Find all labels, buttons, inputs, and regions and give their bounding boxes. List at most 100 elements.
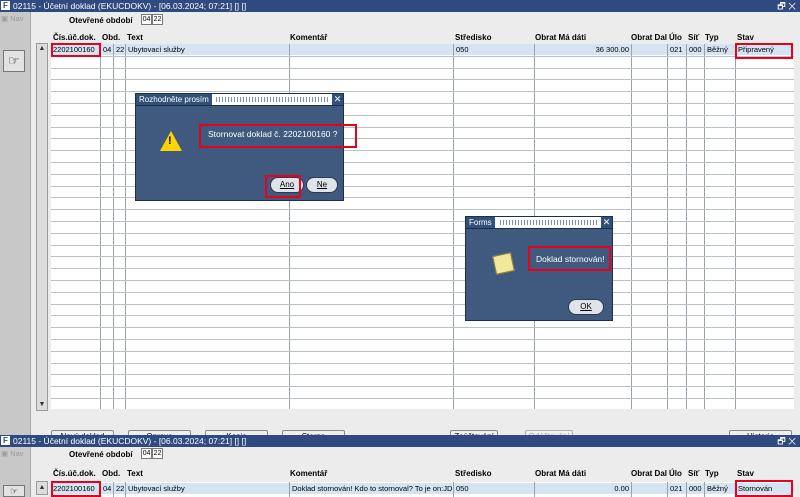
close-icon[interactable]: ✕ [601, 217, 612, 228]
warning-icon: ! [160, 131, 182, 151]
window-title: 02115 - Účetní doklad (EKUCDOKV) - [06.0… [13, 1, 247, 11]
grid-row-line [51, 244, 794, 246]
grid-row-line [51, 67, 794, 69]
grid-column-line [534, 482, 535, 497]
nav-label-2[interactable]: ▣ Nav [1, 449, 24, 458]
col-header-center: Středisko [455, 33, 492, 42]
highlight-status-2 [735, 480, 793, 497]
grid-row-line [51, 315, 794, 317]
grid-row-line [51, 374, 794, 376]
col-header-period: Obd. [102, 33, 121, 42]
ok-button[interactable]: OK [568, 299, 604, 315]
col-header-credit: Obrat Dal [631, 33, 668, 42]
grid-column-line [704, 482, 705, 497]
grid-row-line [51, 339, 794, 340]
confirm-dialog-titlebar[interactable]: Rozhodněte prosím ✕ [136, 94, 343, 106]
col-header-text-2: Text [127, 469, 143, 478]
col-header-typ-2: Typ [705, 469, 719, 478]
vertical-scrollbar[interactable]: ▲ ▼ [36, 43, 48, 411]
vertical-scrollbar-2[interactable]: ▲ [36, 481, 48, 495]
info-dialog-titlebar[interactable]: Forms ✕ [466, 217, 612, 229]
window-controls-2[interactable]: 🗗 ✕ [777, 435, 796, 447]
highlight-confirm-message [199, 124, 357, 148]
scroll-down-icon[interactable]: ▼ [37, 400, 47, 410]
cell-center-2[interactable]: 050 [454, 483, 534, 494]
grid-column-line [631, 44, 632, 409]
col-header-stav-2: Stav [737, 469, 754, 478]
grid-column-line [686, 482, 687, 497]
grid-column-line [113, 44, 114, 409]
highlight-doc-number-2 [51, 481, 101, 497]
records-grid-2[interactable]: 2202100160 04 22 Ubytovací služby Doklad… [51, 482, 794, 497]
col-header-ulo-2: Úlo [669, 469, 682, 478]
grid-row-line [51, 327, 794, 329]
scroll-up-icon[interactable]: ▲ [37, 483, 47, 493]
grid-row-line [51, 280, 794, 281]
oracle-forms-icon: F [1, 436, 10, 445]
top-form-panel: ▣ Nav ☞ Otevřené období 04 22 Čís.úč.dok… [0, 12, 800, 444]
grid-column-line [125, 482, 126, 497]
grid-row-line [51, 398, 794, 399]
grid-row-line [51, 79, 794, 81]
cell-period-1-2[interactable]: 04 [101, 483, 113, 494]
cell-typ[interactable]: Běžný [705, 44, 735, 55]
col-header-doc-2: Čís.úč.dok. [53, 469, 96, 478]
left-toolbar-2: ▣ Nav ☞ [0, 447, 31, 497]
cell-sit-2[interactable]: 000 [687, 483, 704, 494]
period-field-1-b[interactable]: 04 [141, 448, 152, 459]
grid-column-line [100, 44, 101, 409]
grid-column-line [667, 482, 668, 497]
cell-text[interactable]: Ubytovací služby [126, 44, 289, 55]
highlight-info-message [528, 246, 611, 271]
grid-column-line [125, 44, 126, 409]
no-button[interactable]: Ne [306, 177, 338, 193]
period-label: Otevřené období [69, 16, 133, 25]
period-field-2[interactable]: 22 [152, 14, 163, 25]
cell-ulo[interactable]: 021 [668, 44, 686, 55]
highlight-doc-number [51, 43, 101, 57]
oracle-forms-icon: F [1, 1, 10, 10]
left-toolbar: ▣ Nav ☞ [0, 12, 31, 435]
titlebar-pattern [500, 220, 598, 225]
col-header-sit-2: Síť [688, 469, 700, 478]
cell-period-1[interactable]: 04 [101, 44, 113, 55]
window-titlebar[interactable]: F 02115 - Účetní doklad (EKUCDOKV) - [06… [0, 0, 800, 12]
cell-ulo-2[interactable]: 021 [668, 483, 686, 494]
period-field-1[interactable]: 04 [141, 14, 152, 25]
grid-column-line [113, 482, 114, 497]
bottom-form-panel: ▣ Nav ☞ Otevřené období 04 22 Čís.úč.dok… [0, 447, 800, 497]
grid-row-line [51, 221, 794, 222]
hand-pointer-icon[interactable]: ☞ [3, 485, 25, 497]
cell-sit[interactable]: 000 [687, 44, 704, 55]
note-icon [492, 252, 515, 275]
cell-comment[interactable] [290, 44, 453, 55]
grid-row-line [51, 232, 794, 234]
grid-column-line [631, 482, 632, 497]
col-header-text: Text [127, 33, 143, 42]
window-controls[interactable]: 🗗 ✕ [777, 0, 796, 12]
col-header-comment: Komentář [290, 33, 328, 42]
col-header-debit: Obrat Má dáti [535, 33, 587, 42]
col-header-stav: Stav [737, 33, 754, 42]
col-header-sit: Síť [688, 33, 700, 42]
cell-center[interactable]: 050 [454, 44, 534, 55]
col-header-typ: Typ [705, 33, 719, 42]
cell-debit-2[interactable]: 0.00 [535, 483, 631, 494]
window-titlebar-2[interactable]: F 02115 - Účetní doklad (EKUCDOKV) - [06… [0, 435, 800, 447]
cell-text-2[interactable]: Ubytovací služby [126, 483, 289, 494]
col-header-period-2: Obd. [102, 469, 121, 478]
period-label-2: Otevřené období [69, 450, 133, 459]
cell-comment-2[interactable]: Doklad stornován! Kdo to stornoval? To j… [290, 483, 453, 494]
col-header-ulo: Úlo [669, 33, 682, 42]
grid-row-line [51, 362, 794, 364]
hand-pointer-icon[interactable]: ☞ [3, 50, 25, 72]
info-dialog-title: Forms [466, 217, 495, 228]
cell-debit[interactable]: 36 300.00 [535, 44, 631, 55]
col-header-center-2: Středisko [455, 469, 492, 478]
grid-row-line [51, 55, 794, 57]
nav-label[interactable]: ▣ Nav [1, 14, 24, 23]
close-icon[interactable]: ✕ [332, 94, 343, 105]
cell-typ-2[interactable]: Běžný [705, 483, 735, 494]
scroll-up-icon[interactable]: ▲ [37, 44, 47, 54]
period-field-2-b[interactable]: 22 [152, 448, 163, 459]
